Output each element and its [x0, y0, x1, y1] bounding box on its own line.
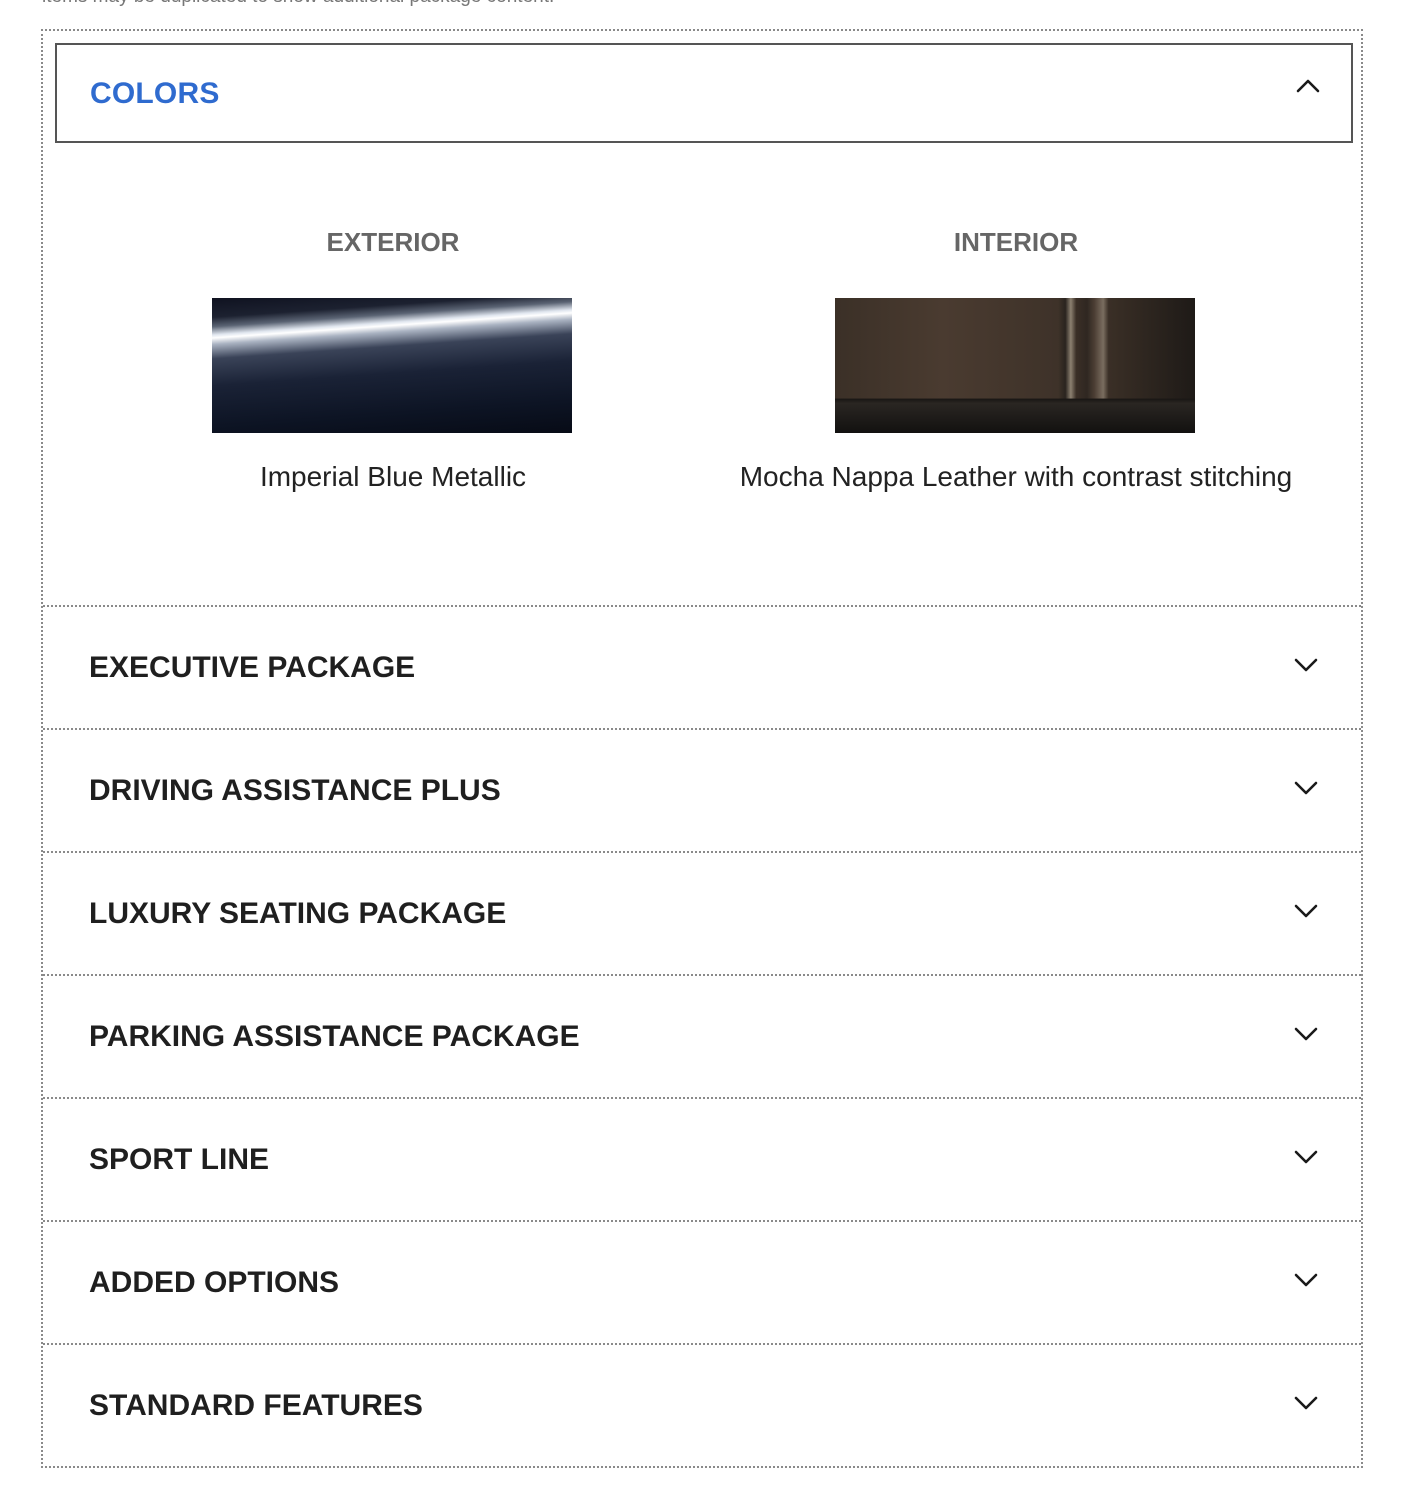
section-driving-assistance-plus[interactable]: DRIVING ASSISTANCE PLUS: [43, 730, 1361, 853]
colors-title: COLORS: [90, 77, 220, 110]
chevron-down-icon: [1294, 1273, 1318, 1287]
package-note: items may be duplicated to show addition…: [42, 0, 554, 8]
section-title: LUXURY SEATING PACKAGE: [89, 897, 507, 930]
exterior-color-name: Imperial Blue Metallic: [259, 461, 527, 492]
chevron-down-icon: [1294, 1027, 1318, 1041]
section-title: EXECUTIVE PACKAGE: [89, 651, 416, 684]
chevron-up-icon: [1296, 79, 1320, 93]
interior-color-name: Mocha Nappa Leather with contrast stitch…: [739, 461, 1293, 492]
exterior-color-swatch: [212, 298, 572, 433]
chevron-down-icon: [1294, 1150, 1318, 1164]
chevron-down-icon: [1294, 1396, 1318, 1410]
chevron-down-icon: [1294, 658, 1318, 672]
chevron-down-icon: [1294, 904, 1318, 918]
section-title: ADDED OPTIONS: [89, 1266, 340, 1299]
page: items may be duplicated to show addition…: [0, 0, 1412, 1500]
interior-heading: INTERIOR: [953, 227, 1079, 257]
section-luxury-seating-package[interactable]: LUXURY SEATING PACKAGE: [43, 853, 1361, 976]
interior-color-swatch: [835, 298, 1195, 433]
section-sport-line[interactable]: SPORT LINE: [43, 1099, 1361, 1222]
section-title: SPORT LINE: [89, 1143, 270, 1176]
section-title: DRIVING ASSISTANCE PLUS: [89, 774, 501, 807]
section-parking-assistance-package[interactable]: PARKING ASSISTANCE PACKAGE: [43, 976, 1361, 1099]
section-title: STANDARD FEATURES: [89, 1389, 423, 1422]
package-accordion: COLORS EXTERIOR Imperial Blue Metallic I…: [41, 29, 1363, 1468]
section-standard-features[interactable]: STANDARD FEATURES: [43, 1345, 1361, 1468]
section-executive-package[interactable]: EXECUTIVE PACKAGE: [43, 607, 1361, 730]
section-added-options[interactable]: ADDED OPTIONS: [43, 1222, 1361, 1345]
section-title: PARKING ASSISTANCE PACKAGE: [89, 1020, 580, 1053]
chevron-down-icon: [1294, 781, 1318, 795]
colors-section-header[interactable]: COLORS: [55, 43, 1353, 143]
colors-content: EXTERIOR Imperial Blue Metallic INTERIOR…: [43, 143, 1361, 603]
exterior-heading: EXTERIOR: [326, 227, 460, 257]
colors-section: COLORS EXTERIOR Imperial Blue Metallic I…: [43, 31, 1361, 607]
